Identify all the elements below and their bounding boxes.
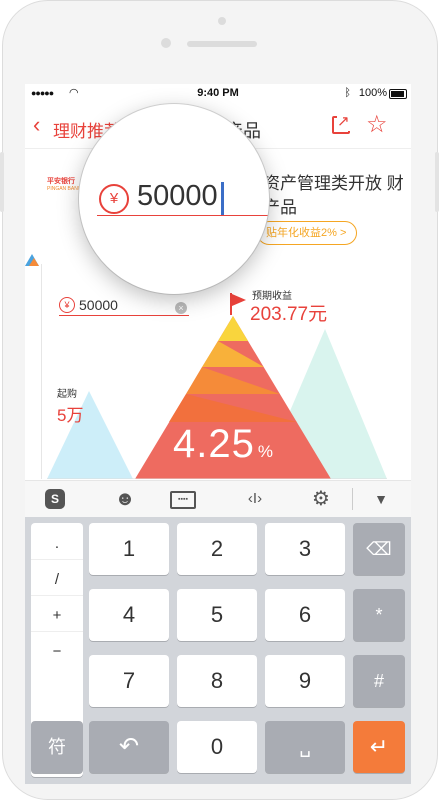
bluetooth-icon: ᛒ: [344, 87, 351, 99]
min-purchase-value: 5万: [57, 406, 84, 425]
amount-input[interactable]: ¥50000: [59, 297, 189, 316]
amount-input-value: 50000: [79, 297, 118, 313]
bank-logo-text: 平安银行: [47, 178, 75, 185]
min-purchase-label: 起购: [57, 389, 77, 400]
flag-icon: [230, 293, 246, 315]
cursor-icon[interactable]: ‹I›: [235, 481, 275, 517]
annual-rate-unit: %: [257, 442, 274, 461]
return-arrow-icon[interactable]: ↶: [89, 721, 169, 773]
bank-logo-subtext: PINGAN BANK: [47, 186, 82, 192]
key-1[interactable]: 1: [89, 523, 169, 575]
annual-rate: 4.25%: [173, 422, 274, 467]
yield-pyramid: ¥50000 × 预期收益 203.77元 起购 5万 4.25%: [25, 254, 411, 479]
key-0[interactable]: 0: [177, 721, 257, 773]
keyboard-icon[interactable]: ▪▪▪▪: [170, 491, 196, 509]
emoji-icon[interactable]: ☻: [105, 481, 145, 517]
share-icon[interactable]: [332, 113, 350, 134]
key-5[interactable]: 5: [177, 589, 257, 641]
volume-button: [0, 152, 4, 212]
key-plus[interactable]: +: [31, 601, 83, 632]
battery-icon: [389, 89, 407, 99]
mountain-icon: [25, 254, 39, 266]
pyramid-layer-1: [218, 316, 248, 341]
symbols-key[interactable]: 符: [31, 721, 83, 773]
key-6[interactable]: 6: [265, 589, 345, 641]
favorite-star-icon[interactable]: ☆: [366, 110, 388, 139]
key-8[interactable]: 8: [177, 655, 257, 707]
key-hash[interactable]: #: [353, 655, 405, 707]
key-3[interactable]: 3: [265, 523, 345, 575]
text-cursor: [221, 182, 224, 215]
toolbar-divider: [352, 488, 353, 510]
magnified-yen-icon: ¥: [99, 184, 129, 214]
battery-percent: 100%: [358, 87, 387, 99]
sogou-logo-icon[interactable]: S: [45, 489, 65, 509]
enter-key[interactable]: ↵: [353, 721, 405, 773]
earpiece-speaker: [187, 41, 257, 47]
bank-logo: 平安银行 PINGAN BANK: [47, 176, 81, 192]
key-dot[interactable]: .: [31, 529, 83, 560]
product-title: 资产管理类开放 财产品: [263, 174, 404, 217]
collapse-icon[interactable]: ▼: [361, 481, 401, 517]
gear-icon[interactable]: ⚙: [301, 481, 341, 517]
magnifier-loupe: ¥ 50000: [79, 104, 269, 294]
annual-rate-value: 4.25: [173, 422, 255, 466]
key-asterisk[interactable]: *: [353, 589, 405, 641]
key-slash[interactable]: /: [31, 565, 83, 596]
key-9[interactable]: 9: [265, 655, 345, 707]
magnified-amount: 50000: [137, 180, 218, 212]
back-chevron-icon[interactable]: ‹: [33, 114, 40, 136]
clear-input-icon[interactable]: ×: [175, 302, 187, 314]
magnified-underline: [97, 215, 269, 216]
subsidy-badge[interactable]: 贴年化收益2% >: [257, 221, 358, 245]
status-bar: ●●●●● ◠ 9:40 PM ᛒ 100%: [25, 84, 411, 104]
key-minus[interactable]: −: [31, 637, 83, 667]
numeric-keyboard: . / + − 1 2 3 ⌫ 4 5 6 * 7 8 9 # 符 ↶ 0 ␣ …: [25, 517, 411, 784]
backspace-key[interactable]: ⌫: [353, 523, 405, 575]
power-button: [435, 152, 439, 212]
status-time: 9:40 PM: [197, 87, 239, 99]
ime-toolbar: S ☻ ▪▪▪▪ ‹I› ⚙ ▼: [25, 480, 411, 518]
yen-icon: ¥: [59, 297, 75, 313]
space-key[interactable]: ␣: [265, 721, 345, 773]
key-7[interactable]: 7: [89, 655, 169, 707]
front-sensor: [218, 17, 226, 25]
key-4[interactable]: 4: [89, 589, 169, 641]
key-2[interactable]: 2: [177, 523, 257, 575]
front-camera: [161, 38, 171, 48]
expected-return-value: 203.77元: [250, 304, 328, 325]
